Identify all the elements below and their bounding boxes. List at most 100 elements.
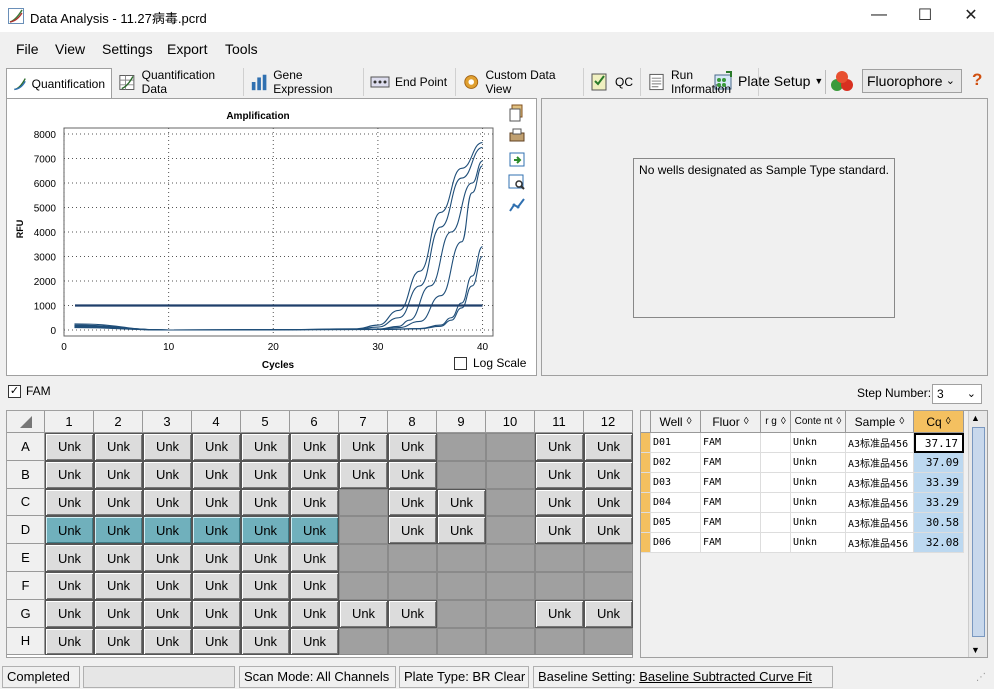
plate-well[interactable]: Unk [143,599,192,628]
table-cell[interactable]: 33.29 [914,493,964,513]
plate-well[interactable]: Unk [388,599,437,628]
plate-well[interactable]: Unk [45,460,94,489]
sort-icon[interactable]: ◊ [687,416,692,427]
plate-well[interactable] [486,627,535,656]
plate-column-header[interactable]: 1 [45,411,94,433]
baseline-value[interactable]: Baseline Subtracted Curve Fit [639,669,812,684]
table-cell[interactable]: FAM [701,513,761,533]
table-cell[interactable] [761,533,791,553]
column-header-well[interactable]: Well ◊ [651,411,701,433]
plate-well[interactable]: Unk [535,599,584,628]
plate-well[interactable]: Unk [94,488,143,517]
table-cell[interactable]: D04 [651,493,701,513]
plate-well[interactable]: Unk [192,544,241,572]
plate-well[interactable]: Unk [388,460,437,489]
plate-column-header[interactable]: 6 [290,411,339,433]
plate-well[interactable] [584,544,633,572]
menu-view[interactable]: View [55,41,85,57]
plate-well[interactable]: Unk [241,544,290,572]
plate-well[interactable]: Unk [290,544,339,572]
plate-row-header[interactable]: H [7,627,45,656]
plate-well[interactable] [486,433,535,461]
plate-column-header[interactable]: 7 [339,411,388,433]
plate-well[interactable] [437,433,486,461]
log-scale-checkbox[interactable] [454,356,467,370]
plate-well[interactable]: Unk [94,433,143,461]
plate-well[interactable]: Unk [437,516,486,545]
plate-well[interactable]: Unk [290,516,339,545]
column-header-r-g[interactable]: r g ◊ [761,411,791,433]
plate-well[interactable]: Unk [45,599,94,628]
plate-well[interactable]: Unk [388,433,437,461]
table-cell[interactable] [761,493,791,513]
table-cell[interactable]: D01 [651,433,701,453]
plate-well[interactable]: Unk [535,488,584,517]
row-selector[interactable] [641,493,651,513]
table-cell[interactable]: FAM [701,493,761,513]
zoom-icon[interactable] [508,173,526,191]
plate-well[interactable]: Unk [192,516,241,545]
sort-icon[interactable]: ◊ [744,416,749,427]
plate-well[interactable] [535,572,584,600]
table-cell[interactable]: D05 [651,513,701,533]
sort-icon[interactable]: ◊ [836,416,841,427]
log-scale-toggle[interactable]: Log Scale [454,356,526,370]
plate-well[interactable]: Unk [535,433,584,461]
plate-well[interactable] [535,544,584,572]
fam-channel-toggle[interactable]: ✓ FAM [8,381,51,401]
plate-well[interactable]: Unk [94,572,143,600]
plate-well[interactable]: Unk [535,516,584,545]
plate-well[interactable] [437,599,486,628]
table-cell[interactable]: Unkn [791,473,846,493]
plate-well[interactable]: Unk [241,433,290,461]
plate-well[interactable]: Unk [388,516,437,545]
plate-well[interactable]: Unk [143,488,192,517]
plate-well[interactable] [486,516,535,545]
tab-qc[interactable]: QC [584,68,641,96]
plate-column-header[interactable]: 4 [192,411,241,433]
plate-well[interactable]: Unk [584,599,633,628]
plate-column-header[interactable]: 5 [241,411,290,433]
plate-well[interactable]: Unk [290,599,339,628]
table-cell[interactable]: FAM [701,533,761,553]
plate-well[interactable]: Unk [192,488,241,517]
table-cell[interactable] [761,433,791,453]
row-selector[interactable] [641,433,651,453]
plate-well[interactable] [339,627,388,656]
plate-well[interactable] [388,627,437,656]
plate-well[interactable]: Unk [584,488,633,517]
fam-checkbox[interactable]: ✓ [8,384,21,398]
table-cell[interactable] [761,453,791,473]
plate-well[interactable] [535,627,584,656]
tab-end-point[interactable]: End Point [364,68,456,96]
row-selector[interactable] [641,453,651,473]
copy-icon[interactable] [508,104,526,122]
plate-well[interactable] [437,572,486,600]
scroll-down-icon[interactable]: ▼ [971,645,980,655]
print-icon[interactable] [508,127,526,145]
plate-well[interactable]: Unk [290,460,339,489]
plate-well[interactable] [388,572,437,600]
plate-well[interactable] [486,572,535,600]
row-selector[interactable] [641,473,651,493]
plate-well[interactable]: Unk [94,627,143,656]
table-cell[interactable]: A3标准品456 [846,493,914,513]
plate-well[interactable]: Unk [584,460,633,489]
column-header-sample[interactable]: Sample ◊ [846,411,914,433]
scroll-up-icon[interactable]: ▲ [971,413,980,423]
table-cell[interactable] [761,473,791,493]
menu-export[interactable]: Export [167,41,207,57]
table-cell[interactable]: A3标准品456 [846,433,914,453]
table-cell[interactable]: 32.08 [914,533,964,553]
plate-well[interactable] [339,516,388,545]
plate-well[interactable]: Unk [94,516,143,545]
plate-well[interactable]: Unk [45,572,94,600]
table-cell[interactable]: Unkn [791,433,846,453]
plate-well[interactable]: Unk [143,433,192,461]
table-cell[interactable]: 30.58 [914,513,964,533]
export-icon[interactable] [508,150,526,168]
plate-well[interactable]: Unk [45,544,94,572]
plate-well[interactable]: Unk [535,460,584,489]
plate-well[interactable]: Unk [192,433,241,461]
close-button[interactable]: ✕ [948,0,994,30]
